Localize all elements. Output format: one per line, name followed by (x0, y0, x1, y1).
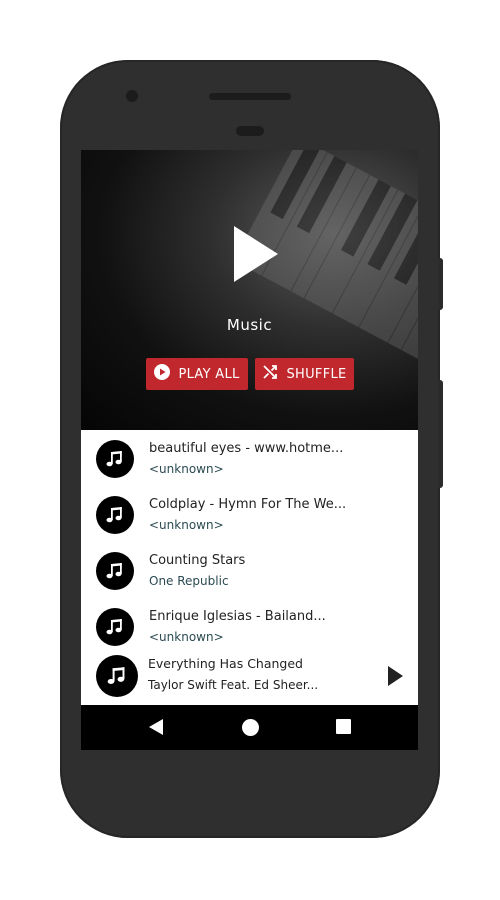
shuffle-button[interactable]: SHUFFLE (255, 358, 354, 390)
volume-button (438, 380, 443, 488)
song-title: Enrique Iglesias - Bailand... (149, 609, 326, 624)
recents-icon[interactable] (336, 719, 351, 734)
app-screen: Music PLAY ALL SHUFFLE beautiful eyes - … (81, 150, 418, 750)
music-note-icon (96, 440, 134, 478)
play-all-button[interactable]: PLAY ALL (146, 358, 248, 390)
music-note-icon (96, 608, 134, 646)
now-playing-bar[interactable]: Everything Has Changed Taylor Swift Feat… (81, 648, 418, 704)
shuffle-icon (262, 364, 278, 384)
earpiece-speaker (209, 93, 291, 100)
song-title: Coldplay - Hymn For The We... (149, 497, 347, 512)
song-artist: <unknown> (149, 518, 224, 532)
song-artist: <unknown> (149, 630, 224, 644)
play-icon[interactable] (388, 666, 403, 686)
music-note-icon (96, 496, 134, 534)
album-header: Music PLAY ALL SHUFFLE (81, 150, 418, 430)
song-artist: One Republic (149, 574, 229, 588)
proximity-sensor (236, 126, 264, 136)
power-button (438, 258, 443, 310)
song-title: Counting Stars (149, 553, 246, 568)
page-title: Music (226, 316, 273, 334)
list-item[interactable]: Enrique Iglesias - Bailand... <unknown> (81, 598, 418, 654)
system-nav-bar (81, 705, 418, 750)
song-title: beautiful eyes - www.hotme... (149, 441, 344, 456)
home-icon[interactable] (242, 719, 259, 736)
shuffle-label: SHUFFLE (286, 366, 347, 382)
song-artist: <unknown> (149, 462, 224, 476)
list-item[interactable]: Coldplay - Hymn For The We... <unknown> (81, 486, 418, 542)
list-item[interactable]: beautiful eyes - www.hotme... <unknown> (81, 430, 418, 486)
now-playing-artist: Taylor Swift Feat. Ed Sheer... (148, 678, 319, 692)
now-playing-title: Everything Has Changed (148, 656, 303, 671)
play-circle-icon (154, 364, 171, 384)
front-camera (126, 90, 138, 102)
back-icon[interactable] (149, 719, 163, 735)
play-all-label: PLAY ALL (178, 366, 240, 382)
music-note-icon (96, 655, 138, 697)
list-item[interactable]: Counting Stars One Republic (81, 542, 418, 598)
play-icon[interactable] (234, 226, 278, 282)
music-note-icon (96, 552, 134, 590)
